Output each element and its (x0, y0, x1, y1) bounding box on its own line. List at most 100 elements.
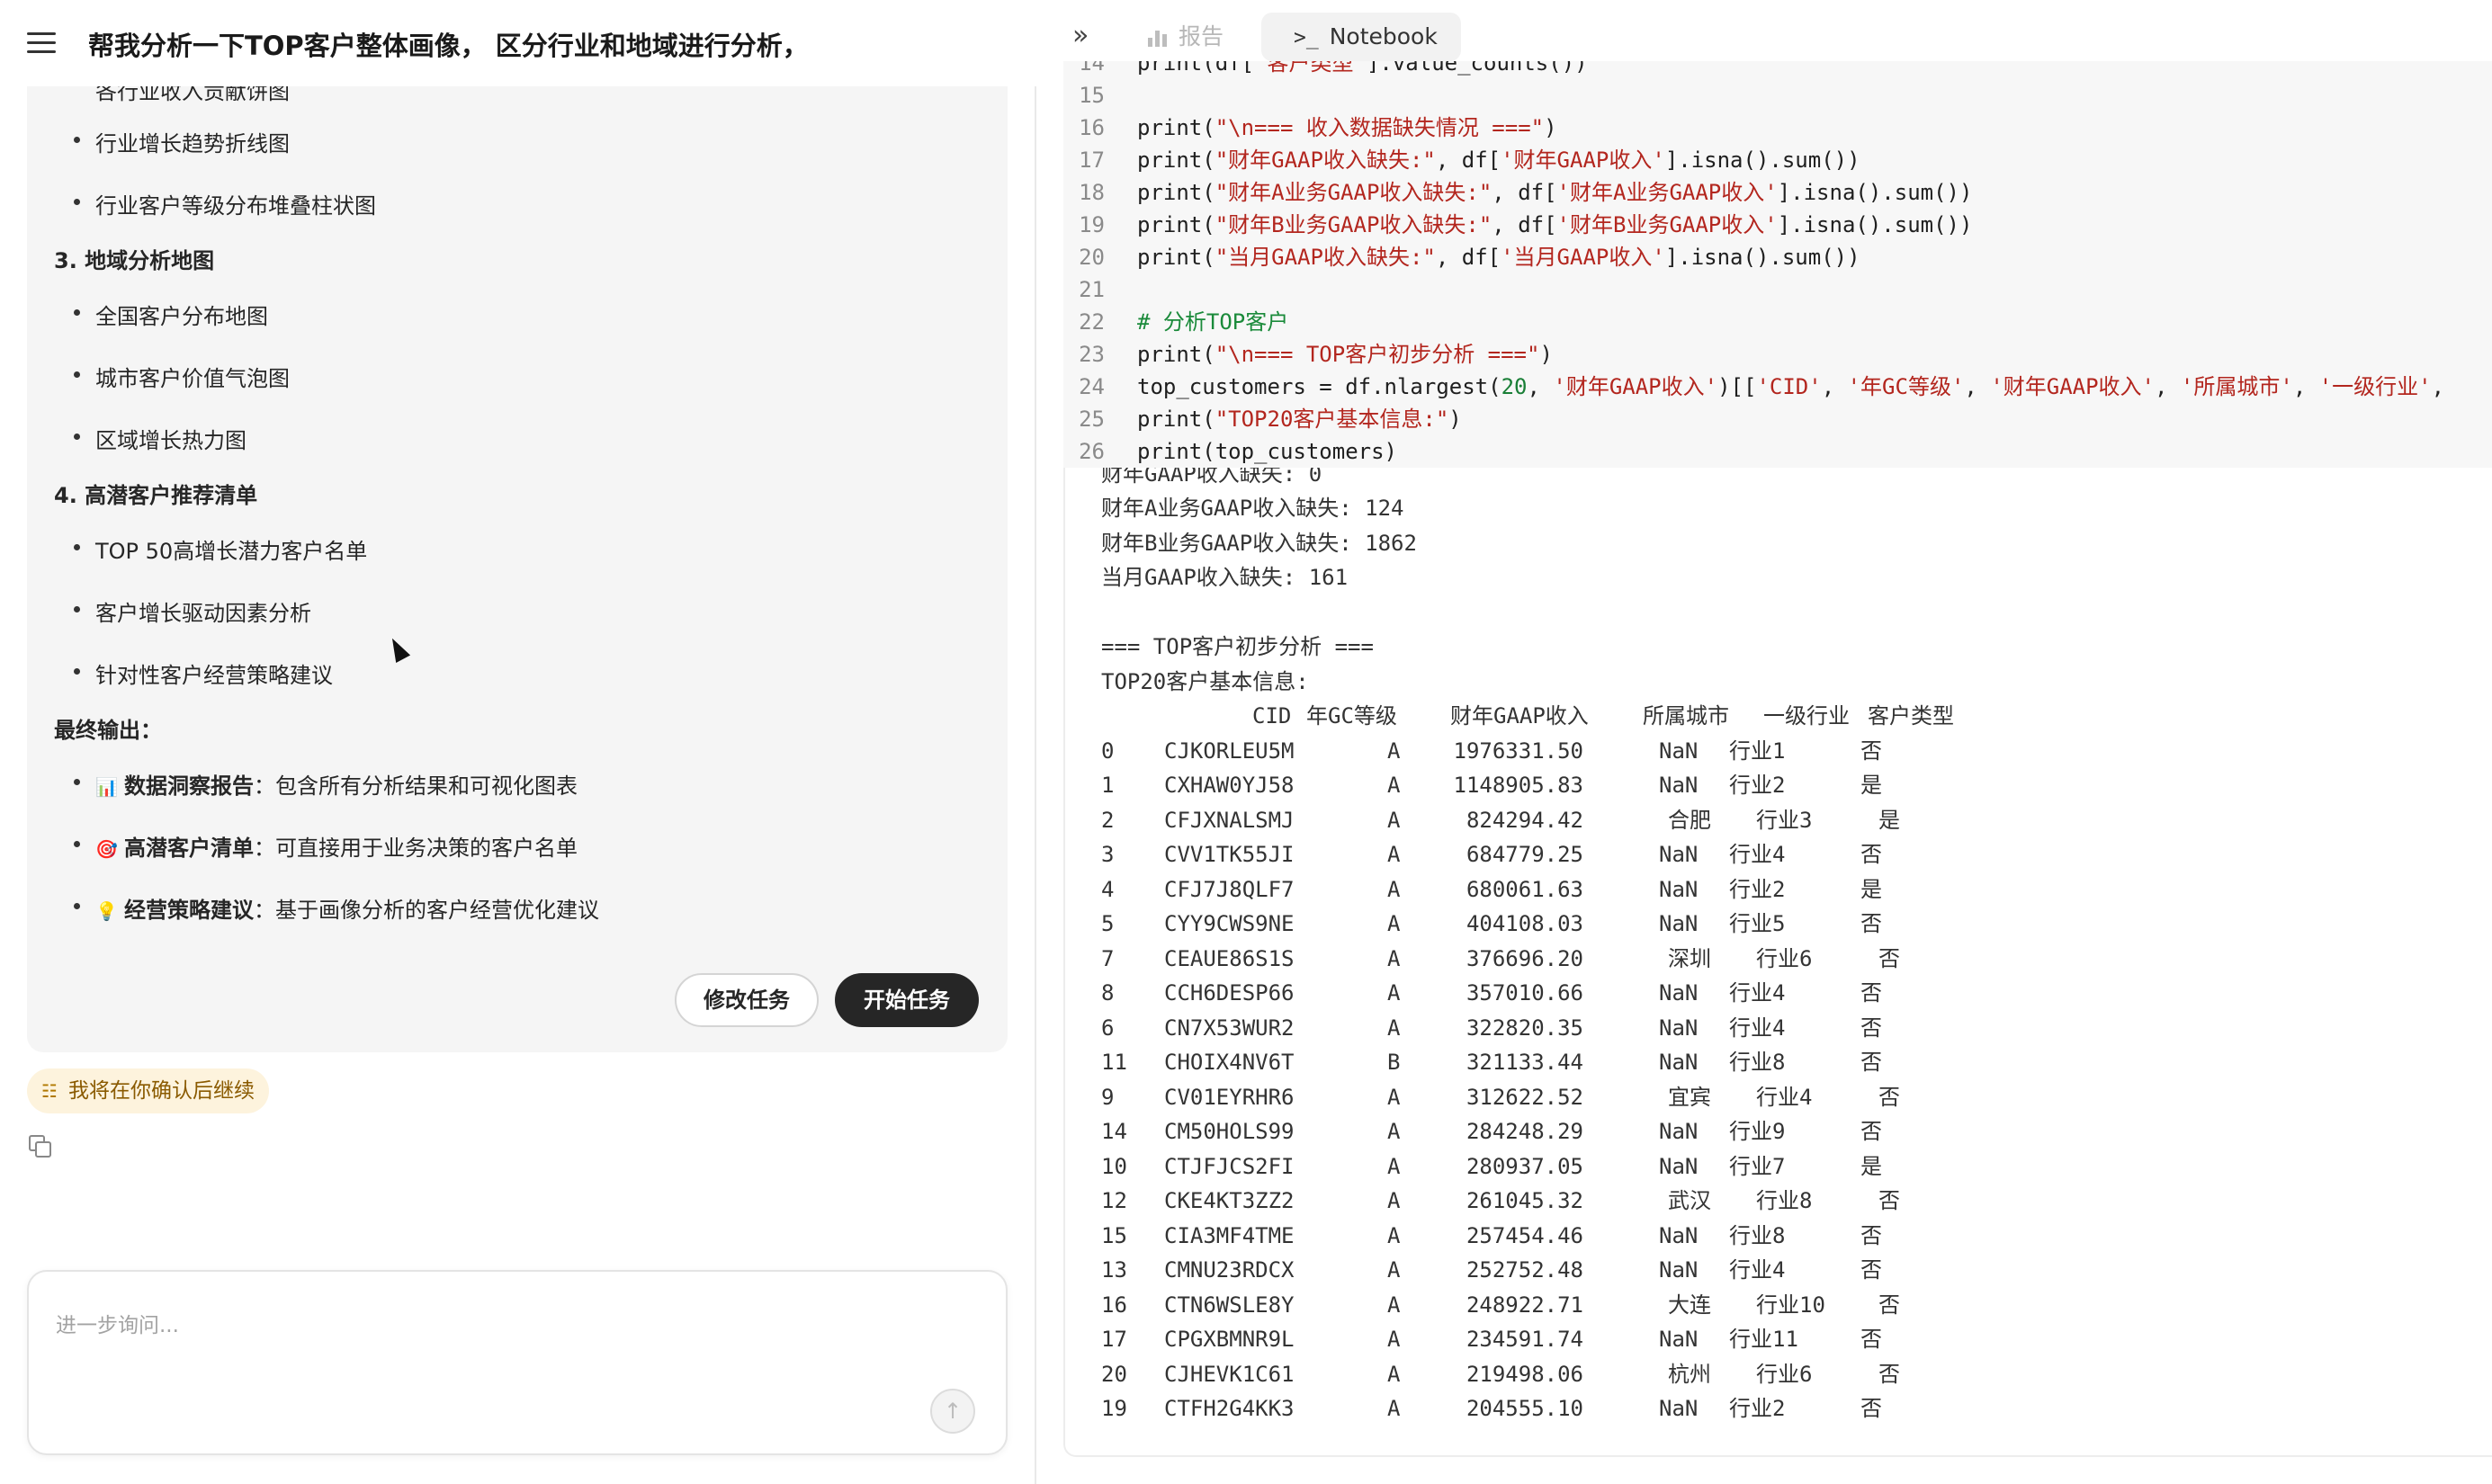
plan-item: 区域增长热力图 (74, 423, 247, 454)
table-cell: NaN (1659, 773, 1699, 798)
output-line: === TOP客户初步分析 === (1101, 634, 1374, 659)
line-number: 14 (1079, 61, 1105, 76)
plan-item: TOP 50高增长潜力客户名单 (73, 533, 367, 565)
table-cell: 219498.06 (1466, 1361, 1583, 1387)
table-cell: 680061.63 (1466, 876, 1583, 902)
table-cell: 武汉 (1668, 1188, 1711, 1213)
line-number: 17 (1079, 148, 1105, 173)
table-cell: 杭州 (1668, 1361, 1711, 1387)
plan-item: 针对性客户经营策略建议 (74, 657, 333, 689)
table-cell: NaN (1659, 1257, 1699, 1283)
table-cell: A (1387, 1257, 1401, 1283)
table-cell: NaN (1659, 1327, 1699, 1352)
table-cell: 4 (1101, 876, 1115, 902)
code-text: top_customers = df.nlargest(20, '财年GAAP收… (1137, 374, 2445, 399)
confirm-status-badge: ☷ 我将在你确认后继续 (27, 1068, 269, 1113)
tab-report-label: 报告 (1179, 23, 1224, 49)
table-cell: CEAUE86S1S (1164, 945, 1295, 971)
table-cell: 行业2 (1729, 1396, 1786, 1421)
final-output-item: 🎯 高潜客户清单：可直接用于业务决策的客户名单 (74, 830, 578, 862)
table-cell: 行业8 (1729, 1050, 1786, 1075)
modify-task-button[interactable]: 修改任务 (675, 973, 819, 1027)
table-cell: A (1387, 1396, 1401, 1421)
chat-header: 帮我分析一下TOP客户整体画像， 区分行业和地域进行分析， (0, 0, 1036, 86)
table-cell: 321133.44 (1466, 1050, 1583, 1075)
table-cell: CVV1TK55JI (1164, 842, 1295, 867)
follow-up-input[interactable] (56, 1308, 865, 1362)
table-cell: 322820.35 (1466, 1015, 1583, 1041)
line-number: 16 (1079, 115, 1105, 140)
table-cell: 合肥 (1668, 807, 1711, 833)
table-cell: 行业2 (1729, 773, 1786, 798)
table-cell: 14 (1101, 1119, 1127, 1144)
bar-chart-icon (1146, 25, 1170, 47)
terminal-prompt-icon: >_ (1294, 26, 1319, 49)
output-line: 当月GAAP收入缺失: 161 (1101, 565, 1349, 590)
table-cell: 行业7 (1729, 1153, 1786, 1179)
table-cell: CPGXBMNR9L (1164, 1327, 1295, 1352)
plan-item: 全国客户分布地图 (74, 299, 268, 330)
table-cell: CN7X53WUR2 (1164, 1015, 1295, 1041)
table-cell: A (1387, 738, 1401, 764)
table-cell: CFJ7J8QLF7 (1164, 876, 1295, 902)
table-cell: 行业6 (1756, 1361, 1813, 1387)
table-cell: CHOIX4NV6T (1164, 1050, 1295, 1075)
table-cell: 否 (1878, 1361, 1900, 1387)
table-cell: 3 (1101, 842, 1115, 867)
table-cell: 否 (1878, 1292, 1900, 1318)
line-number: 26 (1079, 439, 1105, 464)
line-number: 21 (1079, 277, 1105, 302)
table-header: 所属城市 (1643, 703, 1729, 729)
code-line: 14 print(df['客户类型'].value_counts()) (1063, 61, 2492, 79)
table-cell: 1148905.83 (1453, 773, 1584, 798)
table-cell: 204555.10 (1466, 1396, 1583, 1421)
table-cell: 行业4 (1729, 842, 1786, 867)
table-cell: CXHAW0YJ58 (1164, 773, 1295, 798)
table-cell: 357010.66 (1466, 980, 1583, 1006)
table-cell: CJKORLEU5M (1164, 738, 1295, 764)
table-cell: 否 (1860, 1222, 1882, 1248)
table-cell: 13 (1101, 1257, 1127, 1283)
code-cell[interactable]: 14 print(df['客户类型'].value_counts()) 15 16 pr… (1063, 61, 2492, 468)
copy-icon[interactable] (29, 1135, 52, 1158)
table-cell: 1976331.50 (1453, 738, 1584, 764)
final-output-heading: 最终输出： (54, 718, 162, 743)
send-arrow-icon[interactable]: ↑ (930, 1389, 975, 1434)
tab-notebook[interactable]: >_ Notebook (1261, 13, 1461, 61)
tab-report[interactable]: 报告 (1146, 18, 1224, 56)
line-number: 25 (1079, 407, 1105, 432)
code-line: 19 print("财年B业务GAAP收入缺失:", df['财年B业务GAAP收… (1063, 209, 2492, 241)
code-line: 25 print("TOP20客户基本信息:") (1063, 403, 2492, 435)
cell-output: 财年GAAP收入缺失: 0 财年A业务GAAP收入缺失: 124 财年B业务GAA… (1063, 468, 2492, 1457)
table-cell: NaN (1659, 738, 1699, 764)
table-cell: 是 (1860, 773, 1882, 798)
table-cell: 16 (1101, 1292, 1127, 1318)
code-line: 20 print("当月GAAP收入缺失:", df['当月GAAP收入'].is… (1063, 241, 2492, 273)
table-cell: 否 (1860, 980, 1882, 1006)
plan-item-cut: 各行业收入贡献饼图 (95, 86, 290, 104)
table-cell: A (1387, 911, 1401, 936)
section-heading-potential: 4. 高潜客户推荐清单 (54, 483, 258, 508)
table-cell: 行业6 (1756, 945, 1813, 971)
code-line: 26 print(top_customers) (1063, 435, 2492, 468)
table-cell: 0 (1101, 738, 1115, 764)
table-cell: 248922.71 (1466, 1292, 1583, 1318)
final-output-desc: ：可直接用于业务决策的客户名单 (254, 836, 578, 861)
table-cell: 6 (1101, 1015, 1115, 1041)
table-cell: A (1387, 1084, 1401, 1110)
table-cell: A (1387, 842, 1401, 867)
table-cell: CV01EYRHR6 (1164, 1084, 1295, 1110)
table-cell: 280937.05 (1466, 1153, 1583, 1179)
collapse-double-chevron-icon[interactable]: » (1072, 20, 1089, 51)
table-cell: CYY9CWS9NE (1164, 911, 1295, 936)
hamburger-menu-icon[interactable] (27, 31, 56, 56)
table-cell: 是 (1878, 807, 1900, 833)
chat-input-box: ↑ (27, 1270, 1008, 1455)
code-text: print("财年GAAP收入缺失:", df['财年GAAP收入'].isna… (1137, 148, 1860, 173)
table-cell: A (1387, 945, 1401, 971)
table-cell: 否 (1860, 911, 1882, 936)
table-cell: NaN (1659, 842, 1699, 867)
table-cell: 行业4 (1729, 1015, 1786, 1041)
plan-item: 行业增长趋势折线图 (74, 126, 290, 157)
start-task-button[interactable]: 开始任务 (835, 973, 979, 1027)
